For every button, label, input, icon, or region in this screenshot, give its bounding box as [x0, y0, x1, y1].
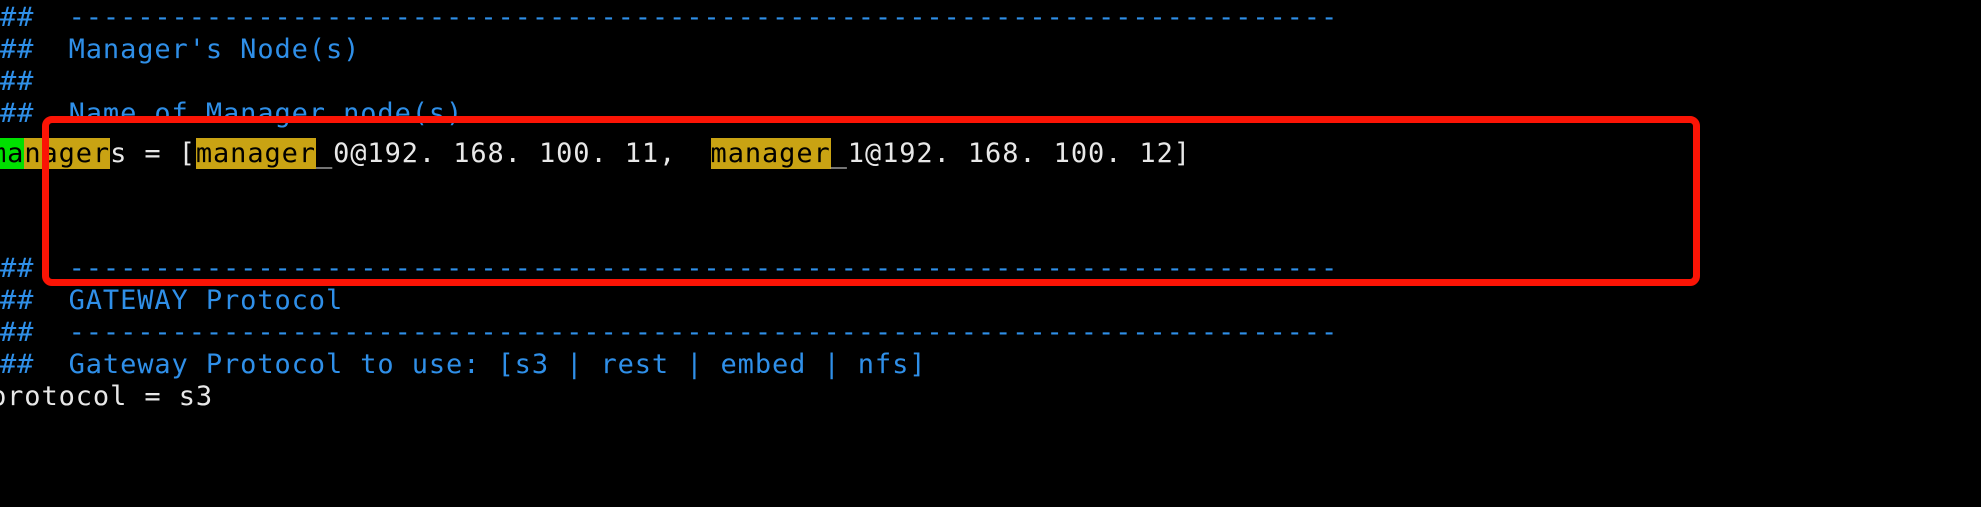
config-comment-name-of-manager: ## Name of Manager node(s)	[0, 98, 464, 129]
managers-value-2-rest: _1@192. 168. 100. 12]	[830, 138, 1191, 169]
config-entry-protocol[interactable]: protocol = s3	[0, 381, 213, 413]
config-comment-gateway-protocol: ## Gateway Protocol to use: [s3 | rest |…	[0, 349, 927, 380]
managers-key-suffix: s = [	[110, 138, 196, 169]
terminal-window: ## -------------------------------------…	[0, 0, 1981, 507]
config-comment-blank-1: ##	[0, 66, 35, 97]
config-section-heading-gateway: ## GATEWAY Protocol	[0, 285, 344, 316]
config-section-heading-managers: ## Manager's Node(s)	[0, 34, 361, 65]
config-rule-line-mid: ## -------------------------------------…	[0, 253, 1339, 284]
managers-value-1-match-gold: manager	[195, 138, 316, 169]
managers-key-match-gold: nager	[24, 138, 111, 169]
managers-value-1-rest: _0@192. 168. 100. 11,	[315, 138, 711, 169]
managers-key-match-green: ma	[0, 138, 25, 169]
config-rule-line-top: ## -------------------------------------…	[0, 2, 1339, 33]
config-entry-managers[interactable]: managers = [manager_0@192. 168. 100. 11,…	[0, 138, 1191, 170]
managers-value-2-match-gold: manager	[710, 138, 831, 169]
config-rule-line-bottom: ## -------------------------------------…	[0, 317, 1339, 348]
